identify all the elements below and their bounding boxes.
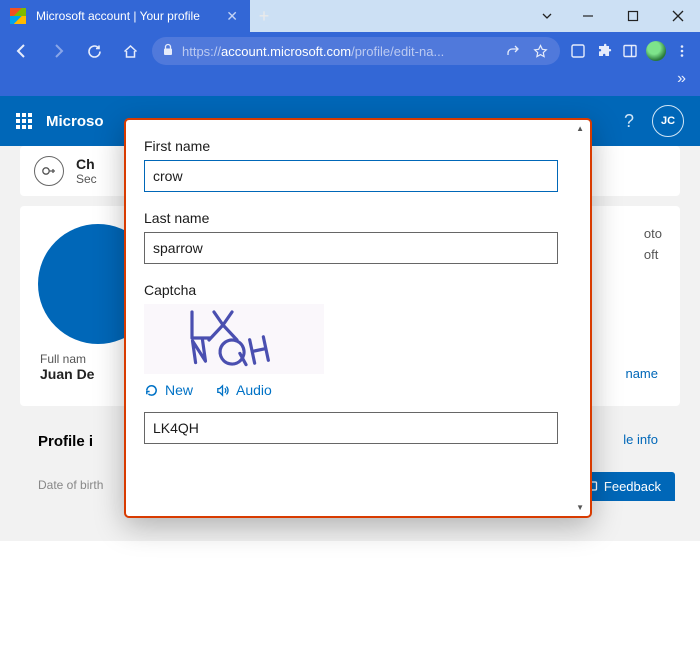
sidepanel-icon[interactable] [620,41,640,61]
edit-name-link[interactable]: name [625,366,658,381]
feedback-label: Feedback [604,479,661,494]
minimize-button[interactable] [565,0,610,32]
captcha-label: Captcha [144,282,572,298]
captcha-image [144,304,324,374]
alert-title: Ch [76,156,97,172]
app-launcher-icon[interactable] [16,113,32,129]
edit-profile-link[interactable]: le info [623,432,658,447]
chevron-right-icon[interactable]: » [677,70,686,96]
reload-button[interactable] [80,37,108,65]
dob-label: Date of birth [38,478,103,492]
side-text-1: oto [644,224,662,245]
refresh-icon [144,383,159,398]
user-avatar[interactable]: JC [652,105,684,137]
audio-icon [215,383,230,398]
address-bar[interactable]: https://account.microsoft.com/profile/ed… [152,37,560,65]
lock-icon [162,43,174,59]
captcha-new-button[interactable]: New [144,382,193,398]
url-text: https://account.microsoft.com/profile/ed… [182,44,494,59]
scroll-down-icon[interactable]: ▼ [576,503,584,512]
captcha-audio-label: Audio [236,382,272,398]
captcha-input[interactable] [144,412,558,444]
tab-title: Microsoft account | Your profile [36,9,216,23]
tab-close-icon[interactable]: ✕ [226,8,238,25]
key-icon [34,156,64,186]
tab-search-icon[interactable] [529,0,565,32]
first-name-label: First name [144,138,572,154]
extensions-puzzle-icon[interactable] [594,41,614,61]
bookmark-star-icon[interactable] [530,41,550,61]
ms-favicon [10,8,26,24]
back-button[interactable] [8,37,36,65]
captcha-audio-button[interactable]: Audio [215,382,272,398]
profile-info-header: Profile i [38,415,93,456]
side-text-2: oft [644,245,662,266]
close-window-button[interactable] [655,0,700,32]
browser-menu-icon[interactable] [672,41,692,61]
alert-subtitle: Sec [76,172,97,186]
maximize-button[interactable] [610,0,655,32]
tab-strip: Microsoft account | Your profile ✕ + [0,0,700,32]
last-name-label: Last name [144,210,572,226]
help-icon[interactable]: ? [624,111,634,132]
extension-icon-1[interactable] [568,41,588,61]
browser-toolbar: https://account.microsoft.com/profile/ed… [0,32,700,70]
brand-name: Microso [46,113,104,130]
bookmark-bar: » [0,70,700,96]
profile-avatar-icon[interactable] [646,41,666,61]
first-name-input[interactable] [144,160,558,192]
home-button[interactable] [116,37,144,65]
full-name-row: Full nam Juan De [40,352,94,382]
profile-info-card [20,558,680,658]
scroll-up-icon[interactable]: ▲ [576,124,584,133]
full-name-label: Full nam [40,352,94,366]
share-icon[interactable] [502,41,522,61]
new-tab-button[interactable]: + [250,6,278,27]
edit-name-dialog: ▲ ▼ First name Last name Captcha New [124,118,592,518]
captcha-new-label: New [165,382,193,398]
full-name-value: Juan De [40,366,94,382]
last-name-input[interactable] [144,232,558,264]
forward-button[interactable] [44,37,72,65]
browser-tab[interactable]: Microsoft account | Your profile ✕ [0,0,250,32]
